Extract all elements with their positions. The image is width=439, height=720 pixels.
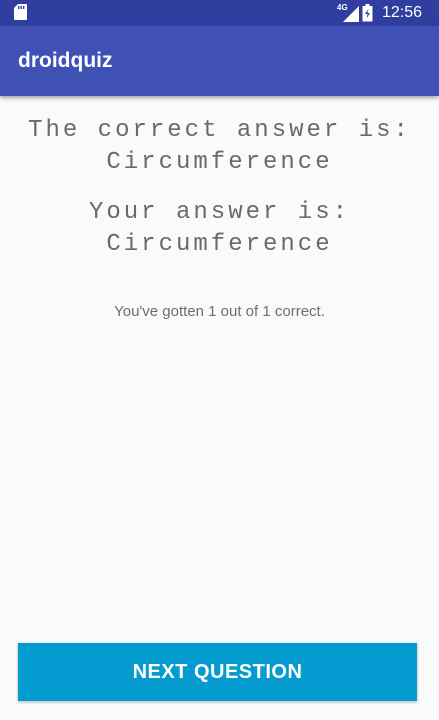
user-answer-label: Your answer is: xyxy=(88,199,351,226)
next-question-button[interactable]: NEXT QUESTION xyxy=(18,643,417,701)
app-title: droidquiz xyxy=(18,49,113,72)
signal-icon: 4G xyxy=(337,3,359,22)
user-answer-section: Your answer is: Circumference xyxy=(0,197,439,261)
status-clock: 12:56 xyxy=(382,4,423,21)
score-text: You've gotten 1 out of 1 correct. xyxy=(114,303,325,320)
correct-answer-label: The correct answer is: xyxy=(28,117,411,144)
user-answer-value: Circumference xyxy=(106,231,333,258)
app-bar: droidquiz xyxy=(0,26,439,96)
status-bar: 4G 12:56 xyxy=(0,0,439,26)
result-content: The correct answer is: Circumference You… xyxy=(0,96,439,321)
correct-answer-value: Circumference xyxy=(106,149,333,176)
network-type-label: 4G xyxy=(337,3,348,12)
sd-card-icon xyxy=(14,4,27,20)
battery-icon xyxy=(362,4,373,22)
correct-answer-section: The correct answer is: Circumference xyxy=(0,115,439,179)
